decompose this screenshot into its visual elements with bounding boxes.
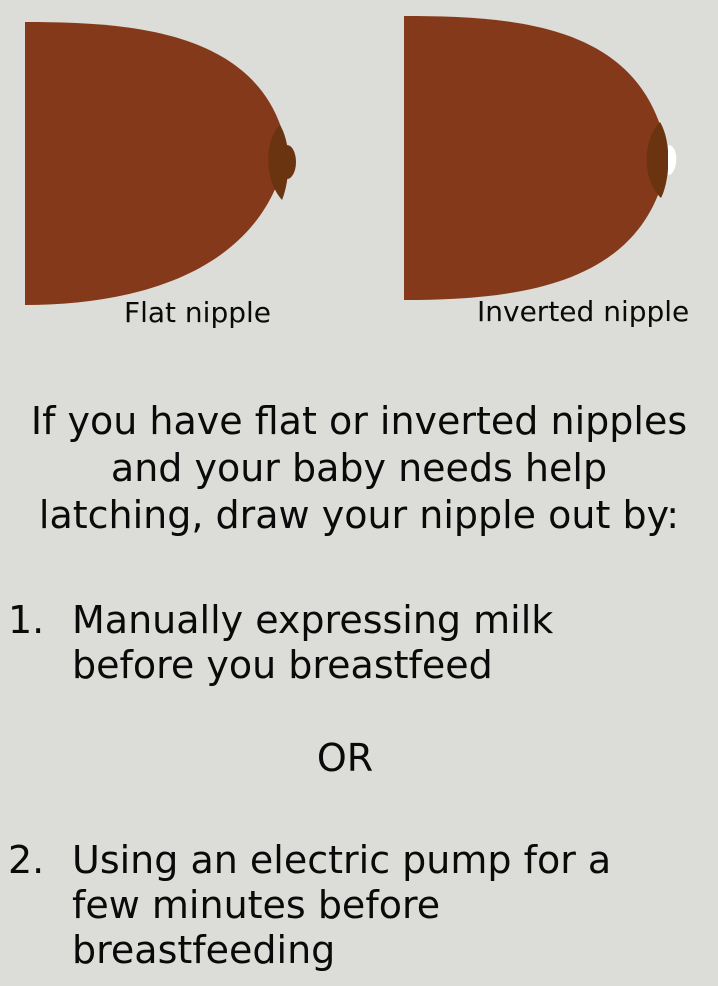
step-line: before you breastfeed <box>72 643 493 687</box>
intro-text: If you have flat or inverted nipples and… <box>0 398 718 539</box>
nipple-shape <box>278 145 296 179</box>
inverted-nipple-illustration <box>404 16 677 300</box>
intro-line: If you have flat or inverted nipples <box>30 399 688 443</box>
or-separator: OR <box>316 736 374 780</box>
step-text: Manually expressing milk before you brea… <box>72 598 712 688</box>
step-line: breastfeeding <box>72 928 336 972</box>
flat-nipple-illustration <box>25 22 296 305</box>
step-line: Manually expressing milk <box>72 598 554 642</box>
step-line: Using an electric pump for a <box>72 838 612 882</box>
step-line: few minutes before <box>72 883 441 927</box>
step-text: Using an electric pump for a few minutes… <box>72 838 712 973</box>
breast-shape <box>25 22 287 305</box>
inverted-nipple-label: Inverted nipple <box>477 295 690 328</box>
inverted-nipple-shape <box>668 145 677 175</box>
step-number: 1. <box>8 598 45 642</box>
intro-line: latching, draw your nipple out by: <box>38 493 680 537</box>
step-number: 2. <box>8 838 45 882</box>
flat-nipple-label: Flat nipple <box>124 296 271 329</box>
intro-line: and your baby needs help <box>110 446 608 490</box>
breast-shape <box>404 16 668 300</box>
